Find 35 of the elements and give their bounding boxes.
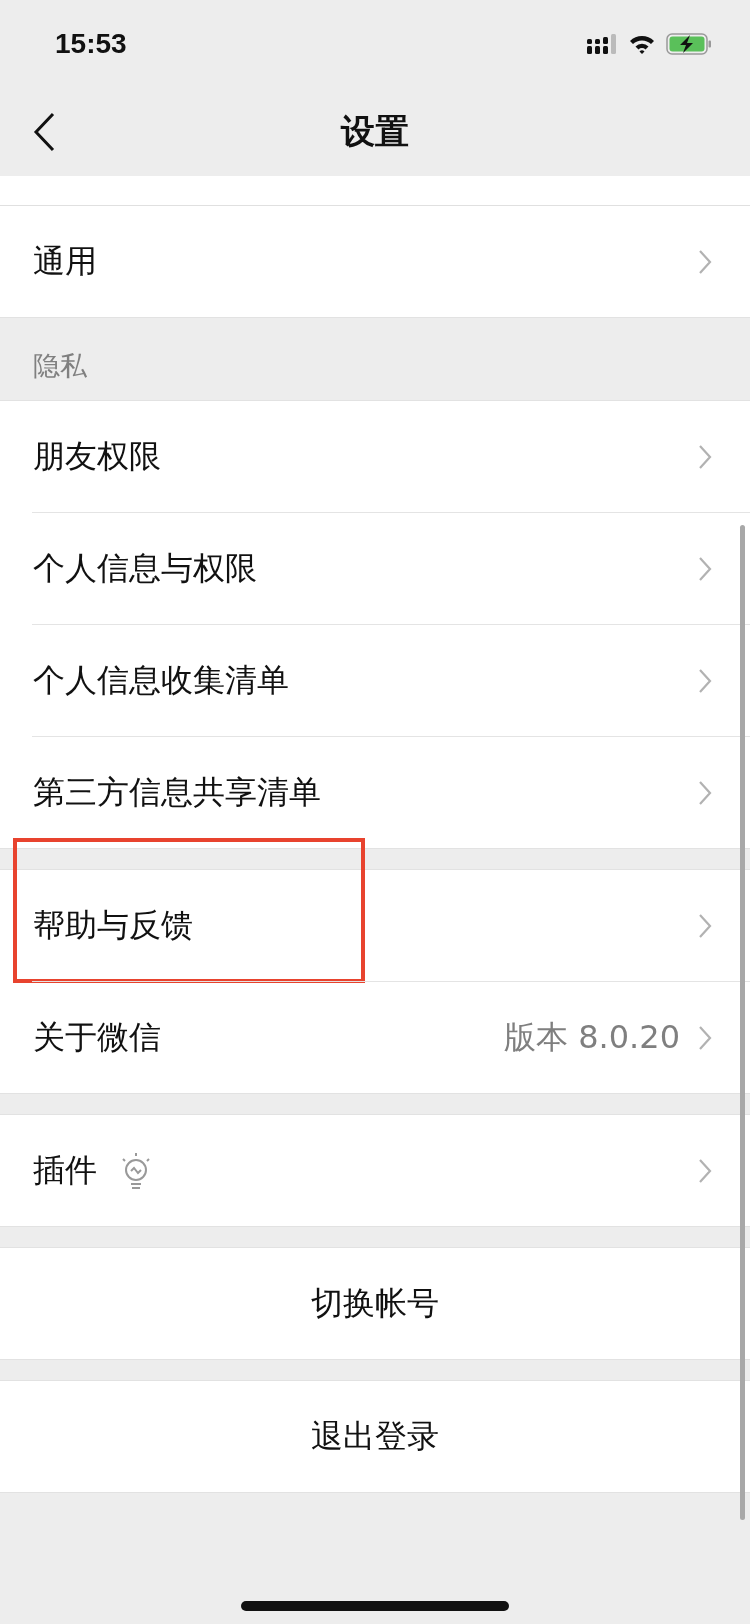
action-row[interactable]: 退出登录 <box>0 1381 750 1492</box>
settings-row[interactable]: 个人信息与权限 <box>0 513 750 624</box>
chevron-right-icon <box>698 1024 712 1051</box>
chevron-right-icon <box>698 443 712 470</box>
battery-icon <box>666 33 712 55</box>
row-label: 关于微信 <box>33 1016 161 1058</box>
settings-row[interactable]: 通用 <box>0 206 750 317</box>
chevron-right-icon <box>698 667 712 694</box>
row-label: 朋友权限 <box>33 435 161 477</box>
chevron-right-icon <box>698 555 712 582</box>
chevron-right-icon <box>698 248 712 275</box>
row-label: 个人信息收集清单 <box>33 659 289 701</box>
chevron-right-icon <box>698 912 712 939</box>
row-label: 通用 <box>33 240 97 282</box>
settings-row[interactable]: 第三方信息共享清单 <box>0 737 750 848</box>
action-row[interactable]: 切换帐号 <box>0 1248 750 1359</box>
row-label: 插件 <box>33 1149 97 1191</box>
row-label: 个人信息与权限 <box>33 547 257 589</box>
row-value: 版本 8.0.20 <box>504 1016 680 1058</box>
row-label: 帮助与反馈 <box>33 904 193 946</box>
back-icon[interactable] <box>33 112 55 152</box>
settings-row[interactable]: 朋友权限 <box>0 401 750 512</box>
settings-row[interactable]: 帮助与反馈 <box>0 870 750 981</box>
wifi-icon <box>628 34 656 54</box>
settings-row[interactable]: 关于微信 版本 8.0.20 <box>0 982 750 1093</box>
settings-row[interactable]: 个人信息收集清单 <box>0 625 750 736</box>
section-header: 隐私 <box>33 349 87 383</box>
row-label: 第三方信息共享清单 <box>33 771 321 813</box>
signal-icon <box>587 34 618 54</box>
settings-row[interactable]: 插件 <box>0 1115 750 1226</box>
lightbulb-icon <box>119 1151 153 1190</box>
chevron-right-icon <box>698 1157 712 1184</box>
chevron-right-icon <box>698 779 712 806</box>
page-title: 设置 <box>341 110 409 153</box>
status-time: 15:53 <box>55 28 127 60</box>
